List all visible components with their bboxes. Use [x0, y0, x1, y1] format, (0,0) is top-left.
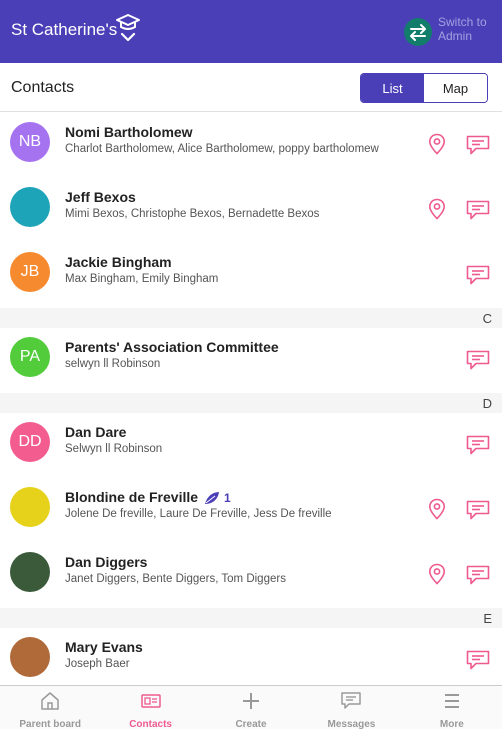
switch-label-line2: Admin — [438, 29, 473, 43]
contact-name: Jackie Bingham — [65, 254, 172, 270]
contact-name: Parents' Association Committee — [65, 339, 279, 355]
avatar: NB — [10, 122, 50, 162]
tab-parent-board[interactable]: Parent board — [0, 686, 100, 729]
message-icon[interactable] — [466, 650, 490, 670]
contact-children: selwyn ll Robinson — [65, 358, 161, 370]
contact-children: Mimi Bexos, Christophe Bexos, Bernadette… — [65, 208, 320, 220]
contact-name-line: Jeff Bexos — [65, 189, 136, 205]
contact-row[interactable]: JB Jackie Bingham Max Bingham, Emily Bingh… — [0, 243, 502, 308]
switch-arrows-icon[interactable] — [404, 18, 432, 46]
contact-name-line: Parents' Association Committee — [65, 339, 279, 355]
contact-row[interactable]: Jeff Bexos Mimi Bexos, Christophe Bexos, … — [0, 178, 502, 243]
contact-name-line: Dan Dare — [65, 424, 126, 440]
contact-children: Joseph Baer — [65, 658, 130, 670]
avatar: PA — [10, 337, 50, 377]
leaf-count-badge: 1 — [224, 491, 231, 505]
sub-header: Contacts List Map — [0, 63, 502, 112]
message-icon[interactable] — [466, 435, 490, 455]
contact-name-line: Blondine de Freville 1 — [65, 489, 231, 505]
menu-icon — [441, 691, 463, 716]
tab-label: Create — [235, 719, 267, 729]
graduation-cap-switch-icon[interactable] — [115, 12, 141, 44]
tab-more[interactable]: More — [402, 686, 502, 729]
contact-name: Dan Dare — [65, 424, 127, 440]
avatar — [10, 552, 50, 592]
leaf-icon — [198, 489, 220, 505]
switch-label-line1: Switch to — [438, 15, 487, 29]
section-header: E — [0, 608, 502, 628]
contact-row[interactable]: Blondine de Freville 1 Jolene De freville,… — [0, 478, 502, 543]
contact-name: Nomi Bartholomew — [65, 124, 193, 140]
section-letter: D — [482, 396, 492, 411]
contacts-card-icon — [140, 691, 162, 716]
contact-children: Max Bingham, Emily Bingham — [65, 273, 219, 285]
location-pin-icon[interactable] — [428, 498, 446, 520]
list-view-button[interactable]: List — [361, 74, 424, 102]
contact-row[interactable]: Dan Diggers Janet Diggers, Bente Diggers,… — [0, 543, 502, 608]
contact-children: Janet Diggers, Bente Diggers, Tom Digger… — [65, 573, 286, 585]
contact-name: Blondine de Freville — [65, 489, 199, 505]
contact-name: Mary Evans — [65, 639, 143, 655]
bottom-tab-bar: Parent board Contacts Create Messages More — [0, 685, 502, 729]
tab-create[interactable]: Create — [201, 686, 301, 729]
tab-contacts[interactable]: Contacts — [100, 686, 200, 729]
school-name[interactable]: St Catherine's — [11, 20, 117, 40]
contact-name-line: Mary Evans — [65, 639, 143, 655]
section-letter: E — [483, 611, 492, 626]
message-icon — [340, 691, 362, 716]
tab-label: Messages — [327, 719, 376, 729]
contact-name: Jeff Bexos — [65, 189, 136, 205]
contact-row[interactable]: PA Parents' Association Committee selwyn l… — [0, 328, 502, 393]
message-icon[interactable] — [466, 350, 490, 370]
message-icon[interactable] — [466, 265, 490, 285]
avatar: DD — [10, 422, 50, 462]
contact-name-line: Dan Diggers — [65, 554, 147, 570]
location-pin-icon[interactable] — [428, 198, 446, 220]
page-title: Contacts — [11, 79, 75, 96]
top-bar: St Catherine's Switch to Admin — [0, 0, 502, 63]
location-pin-icon[interactable] — [428, 133, 446, 155]
location-pin-icon[interactable] — [428, 563, 446, 585]
plus-icon — [240, 691, 262, 716]
contact-children: Jolene De freville, Laure De Freville, J… — [65, 508, 332, 520]
section-header: C — [0, 308, 502, 328]
contact-children: Selwyn ll Robinson — [65, 443, 163, 455]
avatar — [10, 187, 50, 227]
tab-label: Parent board — [19, 719, 82, 729]
tab-messages[interactable]: Messages — [301, 686, 401, 729]
avatar — [10, 637, 50, 677]
contact-row[interactable]: NB Nomi Bartholomew Charlot Bartholomew, A… — [0, 113, 502, 178]
contact-list: NB Nomi Bartholomew Charlot Bartholomew, A… — [0, 113, 502, 693]
map-view-button[interactable]: Map — [424, 74, 487, 102]
message-icon[interactable] — [466, 135, 490, 155]
contact-row[interactable]: DD Dan Dare Selwyn ll Robinson — [0, 413, 502, 478]
contact-name-line: Jackie Bingham — [65, 254, 172, 270]
contact-name: Dan Diggers — [65, 554, 148, 570]
section-header: D — [0, 393, 502, 413]
section-letter: C — [482, 311, 492, 326]
contact-children: Charlot Bartholomew, Alice Bartholomew, … — [65, 143, 379, 155]
avatar: JB — [10, 252, 50, 292]
message-icon[interactable] — [466, 500, 490, 520]
tab-label: More — [439, 719, 464, 729]
switch-to-admin-link[interactable]: Switch to Admin — [438, 15, 498, 43]
avatar — [10, 487, 50, 527]
view-toggle: List Map — [360, 73, 488, 103]
home-icon — [39, 691, 61, 716]
tab-label: Contacts — [129, 719, 172, 729]
contact-row[interactable]: Mary Evans Joseph Baer — [0, 628, 502, 693]
message-icon[interactable] — [466, 200, 490, 220]
contact-name-line: Nomi Bartholomew — [65, 124, 193, 140]
message-icon[interactable] — [466, 565, 490, 585]
